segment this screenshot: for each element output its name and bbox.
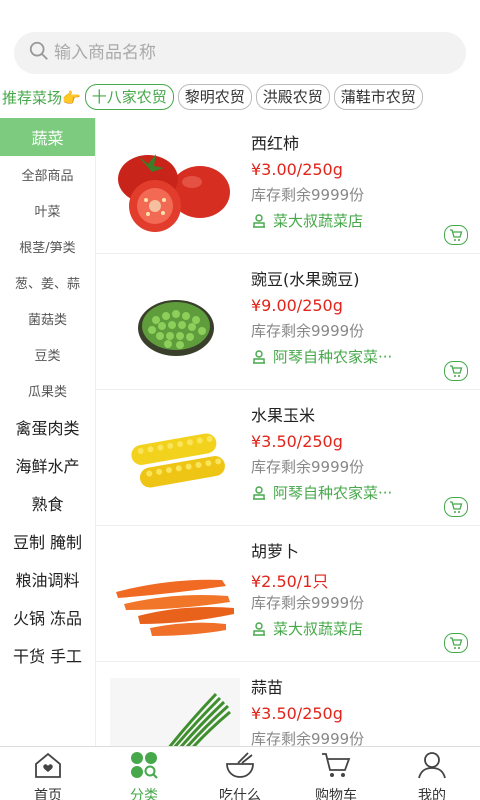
tab-label: 购物车 <box>315 788 357 800</box>
product-item[interactable]: 蒜苗 ¥3.50/250g 库存剩余9999份 <box>96 662 480 746</box>
market-chip[interactable]: 蒲鞋市农贸 <box>333 84 423 110</box>
tab-category[interactable]: 分类 <box>96 747 192 800</box>
cart-icon <box>450 637 463 649</box>
sidebar-item[interactable]: 禽蛋肉类 <box>0 408 95 446</box>
shop-name: 菜大叔蔬菜店 <box>273 212 364 230</box>
product-stock: 库存剩余9999份 <box>251 322 365 340</box>
shop-link[interactable]: 菜大叔蔬菜店 <box>251 210 363 231</box>
product-name: 胡萝卜 <box>251 542 300 561</box>
sidebar-item[interactable]: 豆制 腌制 <box>0 522 95 560</box>
product-name: 蒜苗 <box>251 678 284 697</box>
cart-icon <box>450 501 463 513</box>
tab-label: 吃什么 <box>219 788 261 800</box>
shop-name: 菜大叔蔬菜店 <box>273 620 364 638</box>
sidebar-item[interactable]: 叶菜 <box>0 192 95 228</box>
sidebar-item[interactable]: 火锅 冻品 <box>0 598 95 636</box>
product-price: ¥3.50/250g <box>251 432 343 451</box>
sidebar-item[interactable]: 菌菇类 <box>0 300 95 336</box>
sidebar-item[interactable]: 葱、姜、蒜 <box>0 264 95 300</box>
tab-what-to-eat[interactable]: 吃什么 <box>192 747 288 800</box>
tab-home[interactable]: 首页 <box>0 747 96 800</box>
category-icon <box>128 751 160 783</box>
market-chip[interactable]: 黎明农贸 <box>177 84 252 110</box>
tab-cart[interactable]: 购物车 <box>288 747 384 800</box>
product-item[interactable]: 豌豆(水果豌豆) ¥9.00/250g 库存剩余9999份 阿琴自种农家菜··· <box>96 254 480 390</box>
app-root: 推荐菜场👉 十八家农贸 黎明农贸 洪殿农贸 蒲鞋市农贸 蔬菜 全部商品 叶菜 根… <box>0 0 480 800</box>
product-stock: 库存剩余9999份 <box>251 594 365 612</box>
product-item[interactable]: 胡萝卜 ¥2.50/1只 库存剩余9999份 菜大叔蔬菜店 <box>96 526 480 662</box>
product-stock: 库存剩余9999份 <box>251 458 365 476</box>
tomato-image <box>110 134 240 234</box>
cart-icon <box>320 751 352 783</box>
shop-link[interactable]: 阿琴自种农家菜··· <box>251 346 392 367</box>
add-to-cart-button[interactable] <box>444 225 468 245</box>
cart-icon <box>450 229 463 241</box>
shop-icon <box>253 213 265 228</box>
tab-profile[interactable]: 我的 <box>384 747 480 800</box>
add-to-cart-button[interactable] <box>444 361 468 381</box>
bottom-tab-bar: 首页 分类 吃什么 购物车 我的 <box>0 746 480 800</box>
product-item[interactable]: 水果玉米 ¥3.50/250g 库存剩余9999份 阿琴自种农家菜··· <box>96 390 480 526</box>
market-chip[interactable]: 洪殿农贸 <box>255 84 330 110</box>
product-price: ¥3.50/250g <box>251 704 343 723</box>
product-name: 豌豆(水果豌豆) <box>251 270 360 289</box>
corn-image <box>110 406 240 506</box>
shop-name: 阿琴自种农家菜··· <box>273 348 393 366</box>
sidebar-item[interactable]: 瓜果类 <box>0 372 95 408</box>
sidebar-item[interactable]: 干货 手工 <box>0 636 95 674</box>
product-list: 西红柿 ¥3.00/250g 库存剩余9999份 菜大叔蔬菜店 豌豆(水果豌豆)… <box>96 118 480 746</box>
category-sidebar: 蔬菜 全部商品 叶菜 根茎/笋类 葱、姜、蒜 菌菇类 豆类 瓜果类 禽蛋肉类 海… <box>0 118 96 746</box>
tab-label: 我的 <box>418 788 446 800</box>
home-icon <box>32 751 64 783</box>
add-to-cart-button[interactable] <box>444 497 468 517</box>
garlic-sprout-image <box>110 678 240 746</box>
search-bar-area <box>0 0 480 80</box>
bowl-icon <box>224 751 256 783</box>
carrot-image <box>110 542 240 642</box>
recommend-label: 推荐菜场👉 <box>0 87 81 108</box>
sidebar-item[interactable]: 熟食 <box>0 484 95 522</box>
product-stock: 库存剩余9999份 <box>251 186 365 204</box>
user-icon <box>416 751 448 783</box>
search-input[interactable] <box>54 43 434 63</box>
sidebar-item[interactable]: 海鲜水产 <box>0 446 95 484</box>
recommend-text: 推荐菜场 <box>2 88 63 107</box>
market-chip[interactable]: 十八家农贸 <box>84 84 174 110</box>
tab-label: 首页 <box>34 788 62 800</box>
product-item[interactable]: 西红柿 ¥3.00/250g 库存剩余9999份 菜大叔蔬菜店 <box>96 118 480 254</box>
shop-link[interactable]: 菜大叔蔬菜店 <box>251 618 363 639</box>
pointing-hand-icon: 👉 <box>62 88 81 107</box>
product-price: ¥9.00/250g <box>251 296 343 315</box>
product-price: ¥3.00/250g <box>251 160 343 179</box>
tab-label: 分类 <box>130 788 158 800</box>
sidebar-item[interactable]: 根茎/笋类 <box>0 228 95 264</box>
shop-link[interactable]: 阿琴自种农家菜··· <box>251 482 392 503</box>
peas-image <box>110 270 240 370</box>
market-strip: 推荐菜场👉 十八家农贸 黎明农贸 洪殿农贸 蒲鞋市农贸 <box>0 80 480 114</box>
product-name: 西红柿 <box>251 134 300 153</box>
sidebar-item[interactable]: 豆类 <box>0 336 95 372</box>
search-icon <box>28 40 50 66</box>
product-price: ¥2.50/1只 <box>251 572 329 591</box>
sidebar-item[interactable]: 粮油调料 <box>0 560 95 598</box>
product-stock: 库存剩余9999份 <box>251 730 365 746</box>
shop-icon <box>253 621 265 636</box>
sidebar-item[interactable]: 全部商品 <box>0 156 95 192</box>
shop-name: 阿琴自种农家菜··· <box>273 484 393 502</box>
sidebar-item[interactable]: 蔬菜 <box>0 118 95 156</box>
product-name: 水果玉米 <box>251 406 316 425</box>
add-to-cart-button[interactable] <box>444 633 468 653</box>
cart-icon <box>450 365 463 377</box>
shop-icon <box>253 349 265 364</box>
shop-icon <box>253 485 265 500</box>
search-box[interactable] <box>14 32 466 74</box>
